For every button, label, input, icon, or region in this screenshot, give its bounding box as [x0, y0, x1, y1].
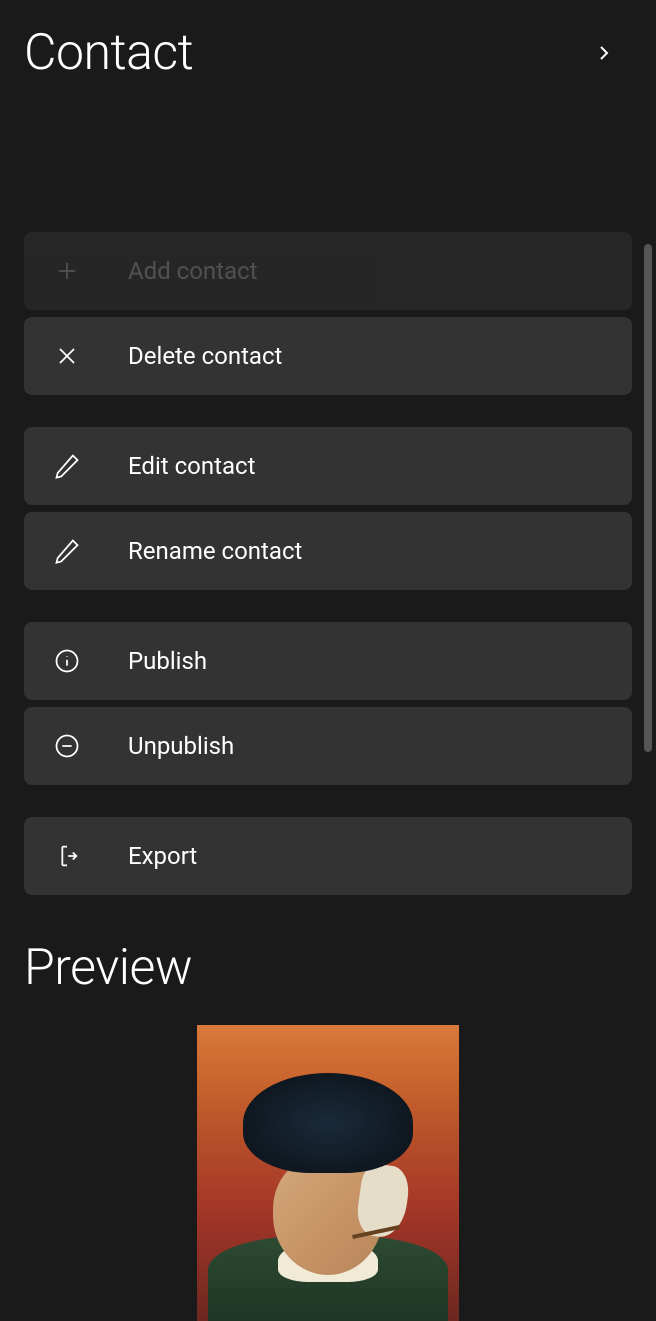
scrollbar[interactable]	[644, 244, 652, 752]
pencil-icon	[52, 536, 82, 566]
action-group-add-delete: Add contact Delete contact	[24, 232, 632, 395]
action-label: Edit contact	[128, 452, 255, 480]
action-label: Unpublish	[128, 732, 234, 760]
export-icon	[52, 841, 82, 871]
action-label: Export	[128, 842, 197, 870]
preview-container	[24, 1025, 632, 1321]
page-title: Contact	[24, 24, 193, 82]
pencil-icon	[52, 451, 82, 481]
export-button[interactable]: Export	[24, 817, 632, 895]
action-label: Delete contact	[128, 342, 282, 370]
action-label: Publish	[128, 647, 207, 675]
edit-contact-button[interactable]: Edit contact	[24, 427, 632, 505]
action-group-publish: Publish Unpublish	[24, 622, 632, 785]
publish-button[interactable]: Publish	[24, 622, 632, 700]
chevron-right-icon[interactable]	[592, 41, 616, 65]
delete-contact-button[interactable]: Delete contact	[24, 317, 632, 395]
preview-title: Preview	[24, 939, 632, 997]
action-label: Rename contact	[128, 537, 302, 565]
close-icon	[52, 341, 82, 371]
unpublish-button[interactable]: Unpublish	[24, 707, 632, 785]
action-group-export: Export	[24, 817, 632, 895]
info-icon	[52, 646, 82, 676]
add-contact-button[interactable]: Add contact	[24, 232, 632, 310]
action-group-edit-rename: Edit contact Rename contact	[24, 427, 632, 590]
action-label: Add contact	[128, 257, 258, 285]
minus-circle-icon	[52, 731, 82, 761]
plus-icon	[52, 256, 82, 286]
preview-image	[197, 1025, 459, 1321]
rename-contact-button[interactable]: Rename contact	[24, 512, 632, 590]
